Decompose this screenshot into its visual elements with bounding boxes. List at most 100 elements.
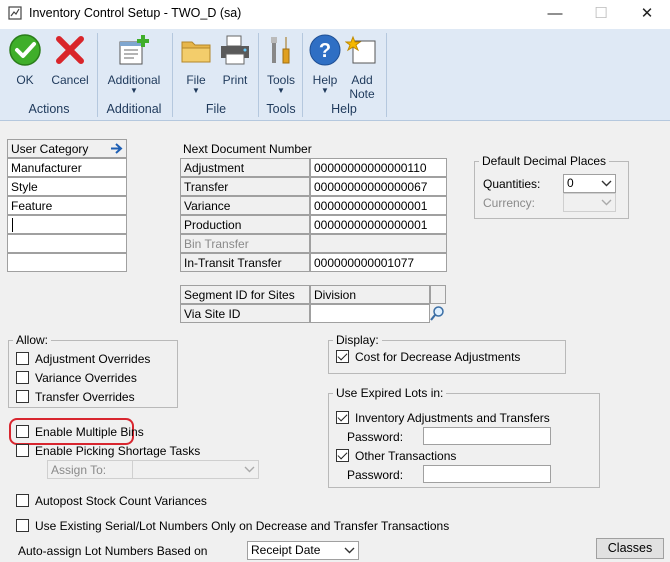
classes-button[interactable]: Classes bbox=[596, 538, 664, 559]
tools-label: Tools bbox=[266, 73, 295, 87]
via-site-id-field[interactable] bbox=[310, 304, 430, 323]
cost-decrease-adjustments-label: Cost for Decrease Adjustments bbox=[355, 350, 521, 364]
ok-label: OK bbox=[16, 73, 34, 87]
display-title: Display: bbox=[333, 333, 382, 347]
enable-picking-shortage-checkbox[interactable] bbox=[16, 444, 29, 457]
inventory-adjustments-transfers-label: Inventory Adjustments and Transfers bbox=[355, 411, 550, 425]
adjustment-field[interactable]: 00000000000000110 bbox=[310, 158, 447, 177]
file-label: File bbox=[186, 73, 206, 87]
enable-multiple-bins-checkbox[interactable] bbox=[16, 425, 29, 438]
adjustment-overrides-checkbox[interactable] bbox=[16, 352, 29, 365]
help-button[interactable]: ? Help ▼ bbox=[306, 33, 344, 95]
adjustment-overrides-label: Adjustment Overrides bbox=[35, 352, 151, 366]
minimize-button[interactable]: — bbox=[532, 0, 578, 29]
app-icon bbox=[8, 6, 22, 20]
other-transactions-label: Other Transactions bbox=[355, 449, 457, 463]
autopost-stock-count-checkbox[interactable] bbox=[16, 494, 29, 507]
file-button[interactable]: File ▼ bbox=[178, 33, 214, 95]
ok-check-icon bbox=[9, 34, 41, 66]
segment-id-field: Division bbox=[310, 285, 430, 304]
user-category-row[interactable]: Feature bbox=[7, 196, 127, 215]
production-field[interactable]: 00000000000000001 bbox=[310, 215, 447, 234]
user-category-row[interactable] bbox=[7, 234, 127, 253]
maximize-button[interactable]: ☐ bbox=[578, 0, 624, 29]
password-2-input[interactable] bbox=[423, 465, 551, 483]
help-question-icon: ? bbox=[309, 34, 341, 66]
additional-window-plus-icon bbox=[119, 35, 149, 65]
bin-transfer-label: Bin Transfer bbox=[180, 234, 310, 253]
tools-icon bbox=[271, 37, 290, 64]
variance-label: Variance bbox=[180, 196, 310, 215]
variance-overrides-checkbox[interactable] bbox=[16, 371, 29, 384]
printer-icon bbox=[221, 35, 249, 65]
group-label-additional: Additional bbox=[106, 102, 162, 116]
chevron-down-icon bbox=[601, 180, 612, 187]
adjustment-label: Adjustment bbox=[180, 158, 310, 177]
user-category-row[interactable] bbox=[7, 253, 127, 272]
allow-title: Allow: bbox=[13, 333, 52, 347]
other-transactions-checkbox[interactable] bbox=[336, 449, 349, 462]
quantities-label: Quantities: bbox=[483, 177, 541, 191]
assign-to-label: Assign To: bbox=[51, 463, 107, 477]
group-label-actions: Actions bbox=[28, 102, 70, 116]
group-label-file: File bbox=[205, 102, 227, 116]
additional-label: Additional bbox=[107, 73, 161, 87]
print-label: Print bbox=[222, 73, 248, 87]
quantities-dropdown[interactable]: 0 bbox=[563, 174, 616, 193]
use-existing-serial-lot-checkbox[interactable] bbox=[16, 519, 29, 532]
via-site-id-label: Via Site ID bbox=[180, 304, 310, 323]
transfer-overrides-checkbox[interactable] bbox=[16, 390, 29, 403]
bin-transfer-field bbox=[310, 234, 447, 253]
transfer-field[interactable]: 00000000000000067 bbox=[310, 177, 447, 196]
print-button[interactable]: Print bbox=[216, 33, 254, 87]
assign-to-dropdown: Assign To: bbox=[47, 460, 259, 479]
transfer-label: Transfer bbox=[180, 177, 310, 196]
ok-button[interactable]: OK bbox=[6, 33, 44, 87]
chevron-down-icon bbox=[244, 466, 255, 473]
production-label: Production bbox=[180, 215, 310, 234]
in-transit-transfer-field[interactable]: 000000000001077 bbox=[310, 253, 447, 272]
group-label-tools: Tools bbox=[266, 102, 296, 116]
help-dropdown-arrow: ▼ bbox=[321, 86, 329, 95]
lookup-magnifier-icon[interactable] bbox=[429, 304, 446, 323]
password-label: Password: bbox=[347, 430, 404, 444]
cancel-x-icon bbox=[56, 36, 84, 64]
auto-assign-lot-label: Auto-assign Lot Numbers Based on bbox=[18, 544, 208, 558]
enable-picking-shortage-label: Enable Picking Shortage Tasks bbox=[35, 444, 201, 458]
ribbon-separator bbox=[386, 33, 387, 117]
segment-id-label: Segment ID for Sites bbox=[180, 285, 310, 304]
in-transit-transfer-label: In-Transit Transfer bbox=[180, 253, 310, 272]
expand-arrow-icon[interactable] bbox=[109, 141, 124, 156]
additional-button[interactable]: Additional ▼ bbox=[100, 33, 168, 95]
auto-assign-lot-dropdown[interactable]: Receipt Date bbox=[247, 541, 359, 560]
ribbon-separator bbox=[97, 33, 98, 117]
user-category-header-label: User Category bbox=[11, 142, 89, 156]
help-label: Help bbox=[312, 73, 338, 87]
close-button[interactable]: ✕ bbox=[624, 0, 670, 29]
user-category-row[interactable]: Style bbox=[7, 177, 127, 196]
currency-label: Currency: bbox=[483, 196, 536, 210]
cancel-button[interactable]: Cancel bbox=[48, 33, 92, 87]
text-cursor: ​ bbox=[12, 218, 13, 232]
variance-field[interactable]: 00000000000000001 bbox=[310, 196, 447, 215]
svg-text:?: ? bbox=[319, 40, 331, 62]
password-2-label: Password: bbox=[347, 468, 404, 482]
user-category-row-active[interactable]: ​ bbox=[7, 215, 127, 234]
next-document-title: Next Document Number bbox=[183, 142, 312, 156]
use-existing-serial-lot-label: Use Existing Serial/Lot Numbers Only on … bbox=[35, 519, 450, 533]
cancel-label: Cancel bbox=[51, 73, 89, 87]
add-note-button[interactable]: Add Note bbox=[342, 33, 382, 101]
file-dropdown-arrow: ▼ bbox=[192, 86, 200, 95]
title-bar: Inventory Control Setup - TWO_D (sa) — ☐… bbox=[0, 0, 670, 29]
password-input[interactable] bbox=[423, 427, 551, 445]
add-note-icon bbox=[344, 35, 376, 64]
window-title: Inventory Control Setup - TWO_D (sa) bbox=[29, 6, 242, 20]
inventory-adjustments-transfers-checkbox[interactable] bbox=[336, 411, 349, 424]
ribbon-separator bbox=[172, 33, 173, 117]
auto-assign-lot-value: Receipt Date bbox=[251, 543, 321, 557]
tools-button[interactable]: Tools ▼ bbox=[263, 33, 299, 95]
enable-multiple-bins-label: Enable Multiple Bins bbox=[35, 425, 144, 439]
user-category-row[interactable]: Manufacturer bbox=[7, 158, 127, 177]
cost-decrease-adjustments-checkbox[interactable] bbox=[336, 350, 349, 363]
folder-icon bbox=[181, 41, 211, 63]
